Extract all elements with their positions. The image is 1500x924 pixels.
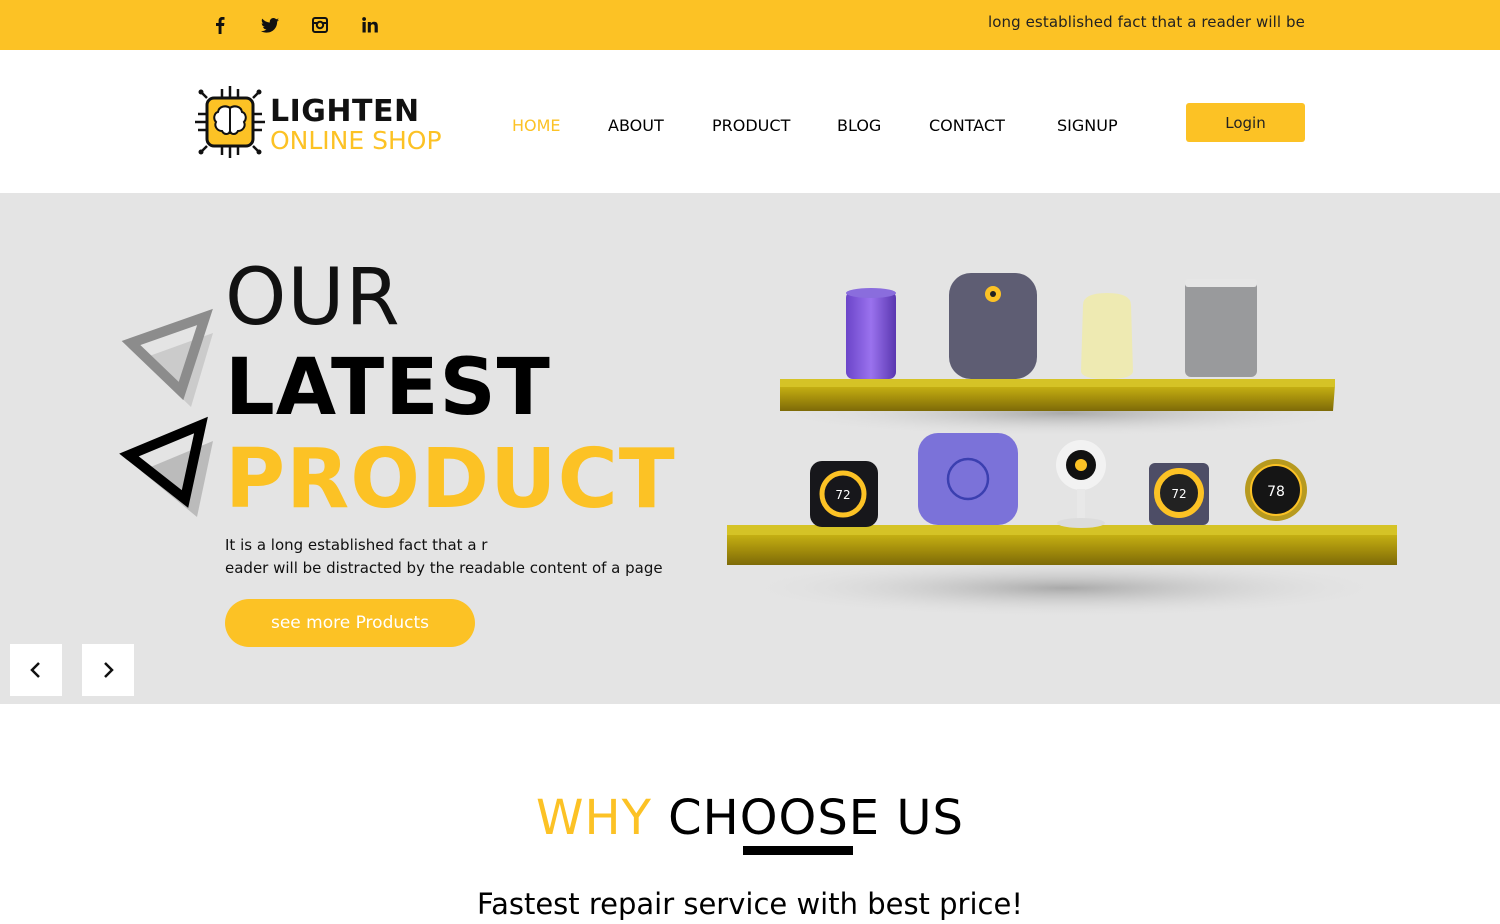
see-more-products-button[interactable]: see more Products	[225, 599, 475, 647]
why-choose-us-subtitle: Fastest repair service with best price!	[477, 887, 1023, 921]
carousel-next-button[interactable]	[82, 644, 134, 696]
nav-product[interactable]: PRODUCT	[712, 116, 790, 135]
nav-about[interactable]: ABOUT	[608, 116, 664, 135]
linkedin-icon[interactable]	[359, 14, 381, 36]
why-choose-us-highlight: WHY	[536, 790, 652, 846]
nav-blog[interactable]: BLOG	[837, 116, 881, 135]
nav-signup[interactable]: SIGNUP	[1057, 116, 1118, 135]
topbar-tagline: long established fact that a reader will…	[987, 13, 1305, 31]
nav-contact[interactable]: CONTACT	[929, 116, 1005, 135]
heading-underline	[743, 846, 853, 855]
nav-home[interactable]: HOME	[512, 116, 561, 135]
site-header: LIGHTEN ONLINE SHOP HOME ABOUT PRODUCT B…	[0, 50, 1500, 193]
decorative-triangles	[119, 308, 213, 517]
hero-description: It is a long established fact that a r e…	[225, 534, 685, 580]
thermostat-reading-1: 72	[835, 488, 850, 502]
logo-title: LIGHTEN	[270, 94, 420, 129]
why-choose-us-rest: CHOOSE US	[668, 790, 964, 846]
instagram-icon[interactable]	[309, 14, 331, 36]
chevron-left-icon	[30, 662, 40, 678]
login-button[interactable]: Login	[1186, 103, 1305, 142]
chip-brain-icon	[195, 86, 265, 158]
hero-banner: OUR LATEST PRODUCT It is a long establis…	[0, 193, 1500, 704]
twitter-icon[interactable]	[259, 14, 281, 36]
thermostat-reading-2: 72	[1171, 487, 1186, 501]
top-bar: long established fact that a reader will…	[0, 0, 1500, 50]
hero-heading-our: OUR	[225, 253, 401, 343]
logo-subtitle: ONLINE SHOP	[270, 126, 442, 155]
hero-description-line-1: It is a long established fact that a r	[225, 536, 488, 554]
carousel-prev-button[interactable]	[10, 644, 62, 696]
hero-heading-latest: LATEST	[225, 343, 551, 433]
thermostat-reading-3: 78	[1267, 484, 1285, 500]
chevron-right-icon	[104, 662, 114, 678]
logo[interactable]: LIGHTEN ONLINE SHOP	[195, 86, 455, 158]
hero-description-line-2: eader will be distracted by the readable…	[225, 559, 663, 577]
facebook-icon[interactable]	[209, 14, 231, 36]
product-shelves-image: 72 72 78	[727, 273, 1397, 618]
hero-heading-product: PRODUCT	[225, 432, 676, 527]
why-choose-us-heading: WHY CHOOSE US	[0, 788, 1500, 848]
